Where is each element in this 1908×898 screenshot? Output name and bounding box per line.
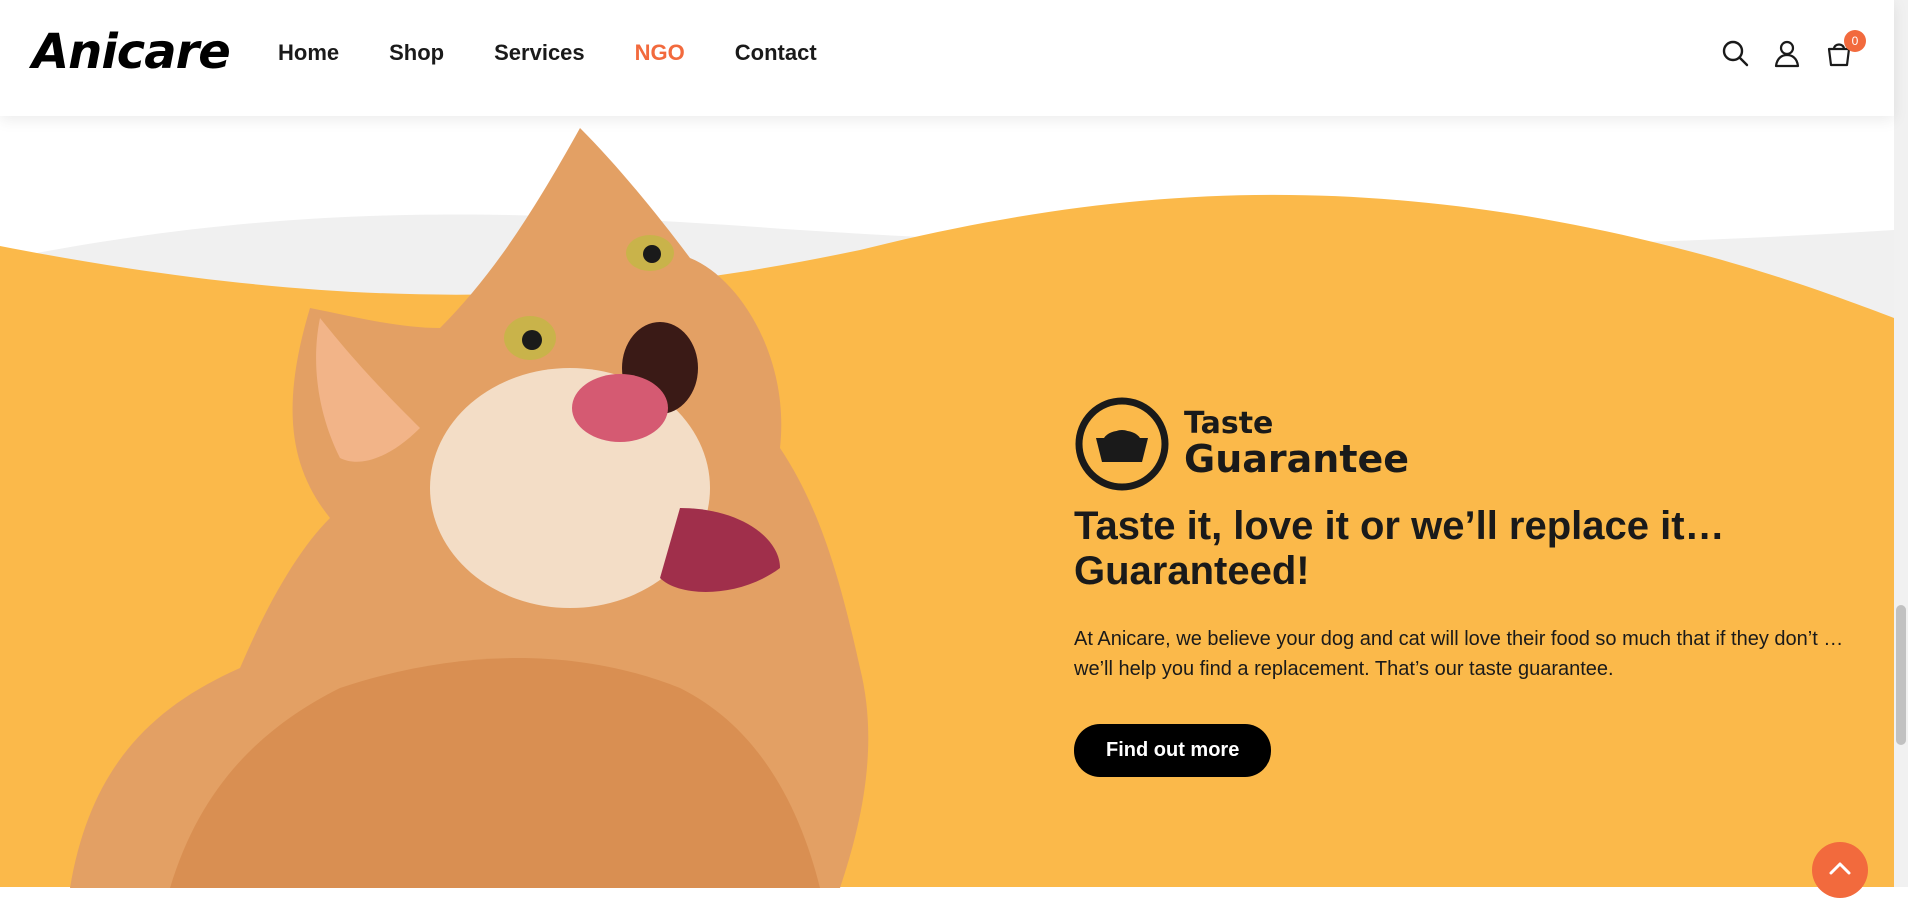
nav-item-home[interactable]: Home xyxy=(278,40,339,66)
cat-image xyxy=(70,128,869,888)
hero-content: Taste Guarantee Taste it, love it or we’… xyxy=(1074,396,1874,777)
hero-description: At Anicare, we believe your dog and cat … xyxy=(1074,627,1844,680)
badge-text: Taste Guarantee xyxy=(1184,408,1409,479)
scrollbar-thumb[interactable] xyxy=(1896,605,1906,745)
taste-guarantee-badge: Taste Guarantee xyxy=(1074,396,1874,492)
user-icon[interactable] xyxy=(1772,38,1802,68)
nav-item-contact[interactable]: Contact xyxy=(735,40,817,66)
site-header: Anicare Home Shop Services NGO Contact 0 xyxy=(0,0,1894,116)
header-actions: 0 xyxy=(1720,30,1866,68)
badge-line-2: Guarantee xyxy=(1184,436,1410,481)
page-scrollbar[interactable] xyxy=(1894,0,1908,887)
hero-headline: Taste it, love it or we’ll replace it… G… xyxy=(1074,504,1725,593)
brand-logo[interactable]: Anicare xyxy=(32,24,231,80)
badge-line-1: Taste xyxy=(1184,406,1274,442)
nav-item-services[interactable]: Services xyxy=(494,40,585,66)
cart-count-badge: 0 xyxy=(1844,30,1866,52)
find-out-more-button[interactable]: Find out more xyxy=(1074,723,1272,777)
chevron-up-icon xyxy=(1829,862,1851,875)
nav-item-ngo[interactable]: NGO xyxy=(635,40,685,66)
nav-item-shop[interactable]: Shop xyxy=(389,40,444,66)
back-to-top-button[interactable] xyxy=(1812,842,1868,898)
food-bowl-icon xyxy=(1075,397,1169,491)
main-nav: Home Shop Services NGO Contact xyxy=(278,40,817,66)
cart-icon[interactable]: 0 xyxy=(1824,30,1866,68)
search-icon[interactable] xyxy=(1720,38,1750,68)
